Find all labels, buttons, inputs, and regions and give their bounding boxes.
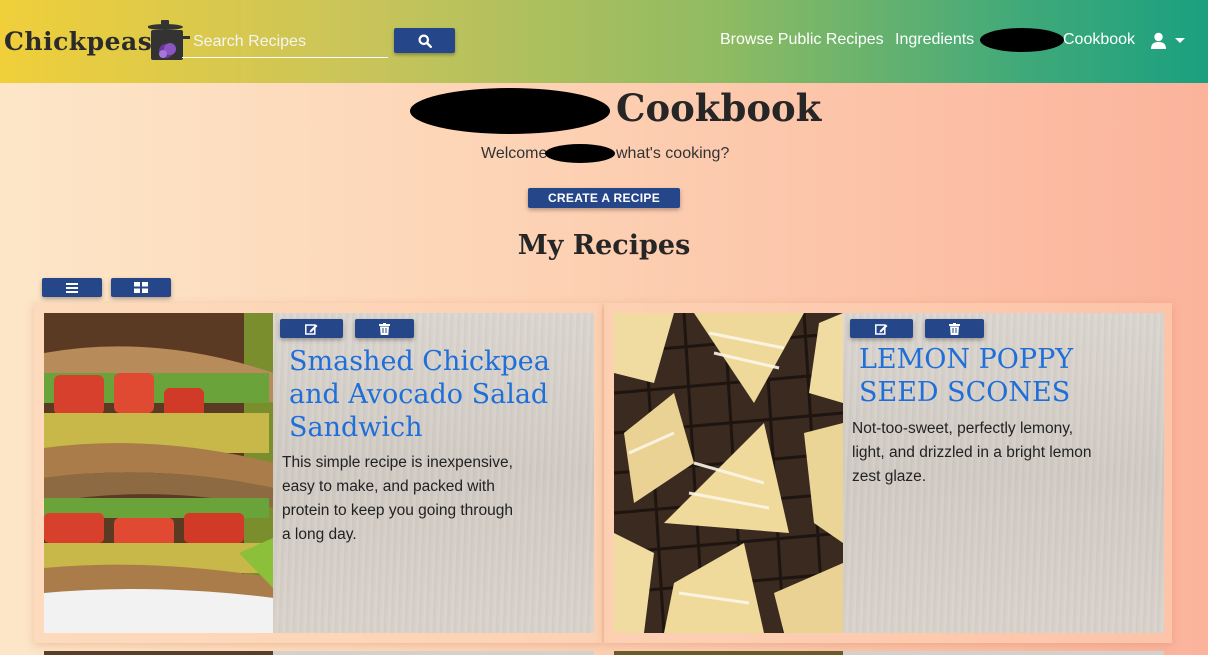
recipe-card-body: Smashed Chickpea and Avocado Salad Sandw…: [273, 313, 594, 633]
scones-image: [614, 313, 843, 633]
list-view-icon: [66, 282, 78, 293]
welcome-suffix: what's cooking?: [616, 145, 730, 162]
nav-ingredients[interactable]: Ingredients: [895, 31, 974, 49]
chevron-down-icon: [1175, 37, 1185, 43]
search-input[interactable]: [182, 26, 388, 58]
redaction-mark: [410, 88, 610, 134]
delete-recipe-button[interactable]: [925, 319, 984, 338]
user-menu-dropdown[interactable]: [1150, 28, 1192, 52]
recipe-card[interactable]: LEMON POPPY SEED SCONES Not-too-sweet, p…: [604, 303, 1172, 643]
recipe-description: Not-too-sweet, perfectly lemony, light, …: [852, 420, 1092, 485]
search-button[interactable]: [394, 28, 455, 53]
edit-recipe-button[interactable]: [280, 319, 343, 338]
recipe-title[interactable]: Smashed Chickpea and Avocado Salad Sandw…: [289, 345, 579, 444]
section-title: My Recipes: [517, 230, 691, 261]
nav-browse-public-recipes[interactable]: Browse Public Recipes: [720, 31, 884, 49]
recipe-image[interactable]: [44, 313, 273, 633]
grid-view-button[interactable]: [111, 278, 171, 297]
recipe-card-peek: [843, 651, 1164, 655]
recipe-image[interactable]: [614, 313, 843, 633]
recipe-card-peek: [614, 651, 843, 655]
list-view-button[interactable]: [42, 278, 102, 297]
nav-cookbook[interactable]: Cookbook: [1063, 31, 1135, 49]
user-icon: [1151, 32, 1166, 49]
page-title: Cookbook: [616, 86, 822, 130]
delete-recipe-button[interactable]: [355, 319, 414, 338]
recipe-card-body: LEMON POPPY SEED SCONES Not-too-sweet, p…: [843, 313, 1164, 633]
grid-view-icon: [134, 282, 148, 293]
redaction-mark: [980, 28, 1064, 52]
recipe-description: This simple recipe is inexpensive, easy …: [282, 454, 513, 543]
trash-icon: [379, 322, 390, 335]
brand-logo[interactable]: Chickpeas: [4, 18, 196, 64]
edit-recipe-button[interactable]: [850, 319, 913, 338]
brand-name: Chickpeas: [4, 26, 153, 56]
recipe-card[interactable]: Smashed Chickpea and Avocado Salad Sandw…: [34, 303, 602, 643]
welcome-prefix: Welcome: [481, 145, 548, 162]
search-icon: [418, 34, 432, 48]
sandwich-image: [44, 313, 273, 633]
trash-icon: [949, 322, 960, 335]
edit-icon: [875, 323, 888, 335]
edit-icon: [305, 323, 318, 335]
recipe-card-peek: [273, 651, 594, 655]
recipe-card-peek: [44, 651, 273, 655]
navbar: Chickpeas Browse Public Recipes Ingredie…: [0, 0, 1208, 83]
recipe-title[interactable]: LEMON POPPY SEED SCONES: [859, 343, 1159, 409]
redaction-mark: [545, 144, 615, 163]
create-recipe-button[interactable]: CREATE A RECIPE: [528, 188, 680, 208]
